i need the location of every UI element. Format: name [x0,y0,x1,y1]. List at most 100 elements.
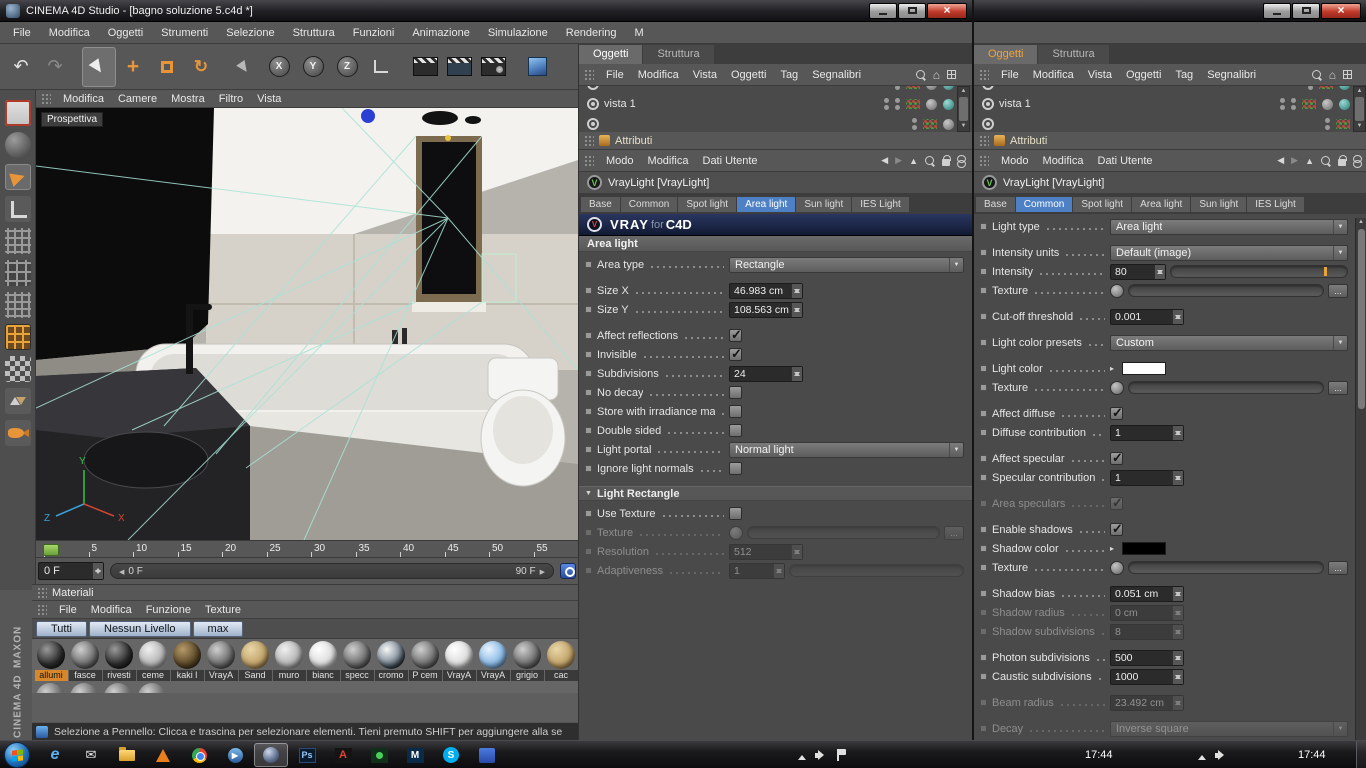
property-checkbox[interactable] [729,424,742,437]
polygon-pen-icon[interactable] [5,164,31,190]
viewport-menu-item[interactable]: Vista [250,89,288,109]
property-spinner[interactable]: 512 [729,544,803,560]
property-spinner[interactable]: 23.492 cm [1110,695,1184,711]
layer-toggle-icon[interactable] [923,119,937,129]
property-row[interactable]: Shadow bias 0.051 cm 0.051 cm [974,584,1356,603]
selected-object-row[interactable]: V VrayLight [VrayLight] [974,172,1366,194]
material-thumb[interactable]: fasce [68,641,102,681]
expand-arrow-icon[interactable] [1110,544,1118,553]
last-tool-icon[interactable] [228,47,262,87]
property-row[interactable]: Texture [974,281,1356,300]
stepper-arrows-icon[interactable] [1172,606,1183,620]
viewport-menu-item[interactable]: Filtro [212,89,250,109]
search-icon[interactable] [1312,70,1322,80]
visibility-toggle[interactable] [884,98,889,110]
menu-item[interactable]: M [626,22,653,44]
history-back-icon[interactable]: ◀ [881,155,888,166]
keyframe-dot[interactable] [980,313,987,320]
parent-up-icon[interactable]: ▲ [909,156,918,166]
objects-menu-item[interactable]: Tag [773,65,805,85]
keyframe-dot[interactable] [980,673,987,680]
property-row[interactable]: Ignore light normals [579,459,972,478]
keyframe-dot[interactable] [980,564,987,571]
property-checkbox[interactable] [1110,407,1123,420]
visibility-toggle[interactable] [1308,86,1313,90]
frame-range-slider[interactable]: 0 F 90 F [110,563,554,579]
search-icon[interactable] [925,156,935,166]
panel-handle-icon[interactable] [41,93,51,105]
property-row[interactable]: Caustic subdivisions 1000 1000 [974,667,1356,686]
property-slider[interactable] [789,564,964,577]
object-row-clipped[interactable] [579,86,972,94]
property-spinner[interactable]: 80 [1110,264,1166,280]
scroll-thumb[interactable] [1355,97,1364,121]
volume-icon[interactable] [1215,750,1228,761]
media-player-icon[interactable]: ▶ [218,743,252,767]
spline-icon[interactable] [5,196,31,222]
attributes-menu-item[interactable]: Modo [599,151,641,171]
property-row[interactable]: Area speculars [974,494,1356,513]
attribute-tab[interactable]: IES Light [852,197,909,212]
attributes-scrollbar[interactable]: ▲ [1355,218,1366,740]
property-spinner[interactable]: 108.563 cm [729,302,803,318]
tree-scrollbar[interactable]: ▲ ▼ [957,86,970,132]
objects-menu-item[interactable]: Vista [1081,65,1119,85]
property-row[interactable]: Decay Inverse square Inverse square [974,719,1356,738]
viewport-menu-item[interactable]: Mostra [164,89,212,109]
panel-handle-icon[interactable] [37,604,47,616]
property-spinner[interactable]: 500 [1110,650,1184,666]
history-forward-icon[interactable]: ▶ [895,155,902,166]
texture-preview-icon[interactable] [1110,561,1124,575]
property-row[interactable]: Light portal Normal light Normal light [579,440,972,459]
maximize-button[interactable] [1292,3,1320,19]
property-checkbox[interactable] [1110,497,1123,510]
material-thumb[interactable]: muro [272,641,306,681]
keyframe-dot[interactable] [585,567,592,574]
menu-item[interactable]: Strumenti [152,22,217,44]
attribute-tab[interactable]: Spot light [1073,197,1131,212]
stepper-arrows-icon[interactable] [1172,471,1183,485]
menu-item[interactable]: Modifica [40,22,99,44]
lock-icon[interactable] [1338,159,1346,166]
material-thumb[interactable]: Sand [238,641,272,681]
keyframe-dot[interactable] [980,654,987,661]
cinema4d-icon[interactable] [254,743,288,767]
property-row[interactable]: Size X 46.983 cm 46.983 cm [579,281,972,300]
property-checkbox[interactable] [1110,523,1123,536]
material-thumb[interactable]: rivesti [102,641,136,681]
property-row[interactable]: Invisible [579,345,972,364]
minimize-button[interactable] [869,3,897,19]
live-selection-icon[interactable] [82,47,116,87]
parent-up-icon[interactable]: ▲ [1305,156,1314,166]
scroll-up-icon[interactable]: ▲ [961,87,967,96]
property-row[interactable]: Area type Rectangle Rectangle [579,255,972,274]
menu-item[interactable]: File [4,22,40,44]
layer-toggle-icon[interactable] [906,99,920,109]
attribute-tab[interactable]: Spot light [678,197,736,212]
material-tag-icon[interactable] [1339,99,1350,110]
property-row[interactable]: Light color [974,359,1356,378]
stepper-arrows-icon[interactable] [1172,670,1183,684]
material-thumb[interactable]: ceme [136,641,170,681]
viewport[interactable]: Y X Z Prospettiva [36,108,578,540]
object-row-clipped[interactable] [579,114,972,132]
property-row[interactable]: Texture [974,558,1356,577]
keyframe-dot[interactable] [585,446,592,453]
record-keyframe-button[interactable] [560,563,576,579]
history-forward-icon[interactable]: ▶ [1291,155,1298,166]
render-view-icon[interactable] [408,47,442,87]
stepper-arrows-icon[interactable] [1172,587,1183,601]
menu-item[interactable]: Simulazione [479,22,557,44]
material-thumb[interactable]: VrayA [442,641,476,681]
keyframe-dot[interactable] [980,526,987,533]
hidden-icons-arrow-icon[interactable] [1198,751,1206,760]
material-tag-icon[interactable] [943,86,954,90]
property-checkbox[interactable] [729,329,742,342]
objects-menu-item[interactable]: File [994,65,1026,85]
keyframe-dot[interactable] [585,370,592,377]
object-tree[interactable]: vista 1 [974,86,1366,132]
texture-preview-icon[interactable] [1110,284,1124,298]
object-tree[interactable]: vista 1 [579,86,972,132]
property-dropdown[interactable]: Normal light [729,442,964,458]
keyframe-dot[interactable] [980,287,987,294]
